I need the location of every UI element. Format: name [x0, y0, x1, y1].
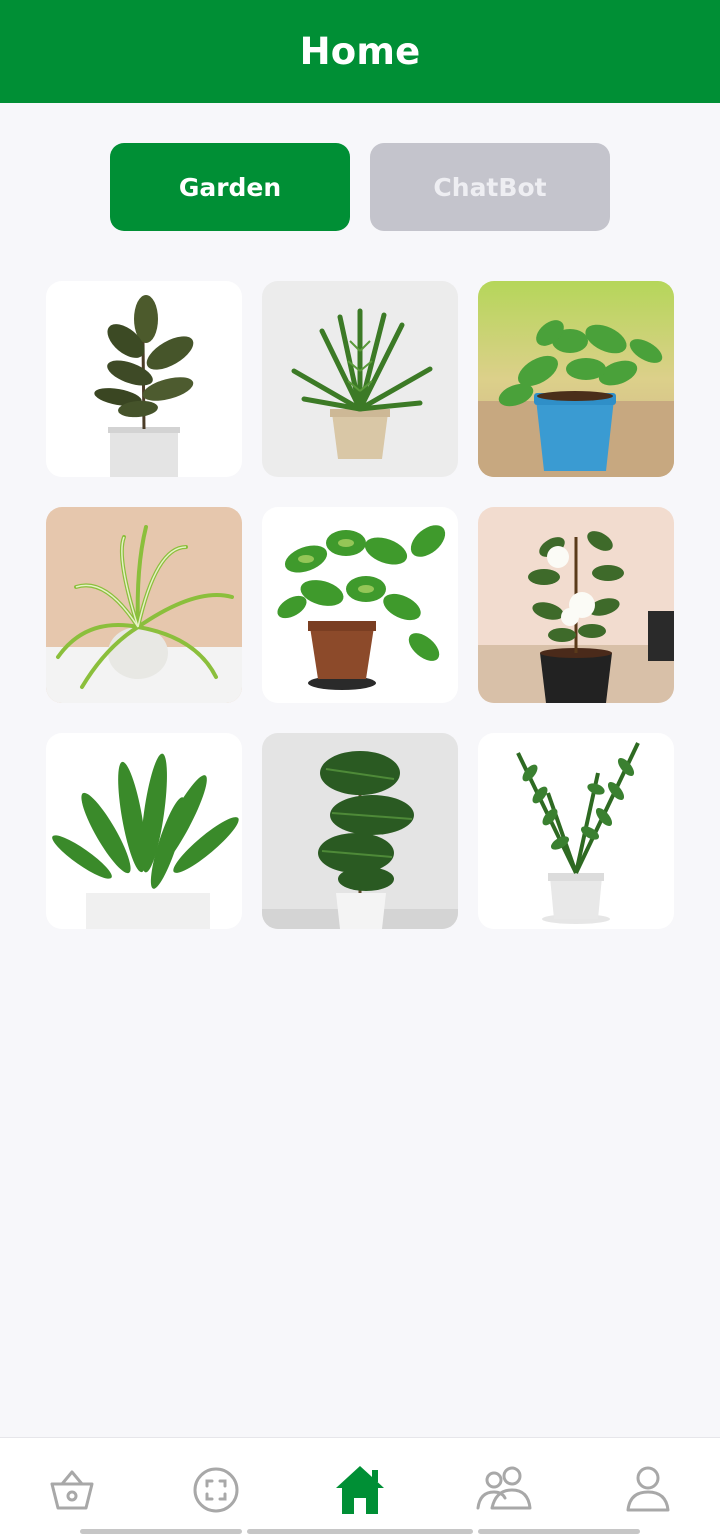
tab-switcher: Garden ChatBot	[110, 143, 610, 231]
nav-indicator-3	[478, 1529, 640, 1534]
plant-card-6[interactable]	[478, 507, 674, 703]
scan-icon	[193, 1467, 239, 1513]
plant-card-4[interactable]	[46, 507, 242, 703]
tab-chatbot[interactable]: ChatBot	[370, 143, 610, 231]
zz-plant-image	[478, 733, 674, 929]
fern-plant-image	[262, 281, 458, 477]
nav-home[interactable]	[330, 1460, 390, 1520]
app-header: Home	[0, 0, 720, 103]
pothos-blue-pot-image	[478, 281, 674, 477]
cast-iron-plant-image	[46, 733, 242, 929]
bottom-navigation	[0, 1437, 720, 1536]
page-title: Home	[299, 30, 421, 73]
plant-card-5[interactable]	[262, 507, 458, 703]
plant-card-2[interactable]	[262, 281, 458, 477]
pothos-terracotta-image	[262, 507, 458, 703]
nav-basket[interactable]	[42, 1460, 102, 1520]
plant-card-7[interactable]	[46, 733, 242, 929]
community-icon	[476, 1466, 532, 1510]
nav-scan[interactable]	[186, 1460, 246, 1520]
plant-card-1[interactable]	[46, 281, 242, 477]
plant-card-8[interactable]	[262, 733, 458, 929]
nav-community[interactable]	[474, 1460, 534, 1520]
home-icon	[336, 1466, 384, 1514]
nav-indicator-1	[80, 1529, 242, 1534]
basket-icon	[50, 1470, 94, 1510]
plant-card-3[interactable]	[478, 281, 674, 477]
profile-icon	[626, 1466, 670, 1512]
dracaena-plant-image	[262, 733, 458, 929]
spider-plant-image	[46, 507, 242, 703]
nav-profile[interactable]	[618, 1460, 678, 1520]
tab-garden[interactable]: Garden	[110, 143, 350, 231]
nav-indicator-2	[247, 1529, 473, 1534]
gardenia-plant-image	[478, 507, 674, 703]
plant-card-9[interactable]	[478, 733, 674, 929]
rubber-plant-image	[46, 281, 242, 477]
